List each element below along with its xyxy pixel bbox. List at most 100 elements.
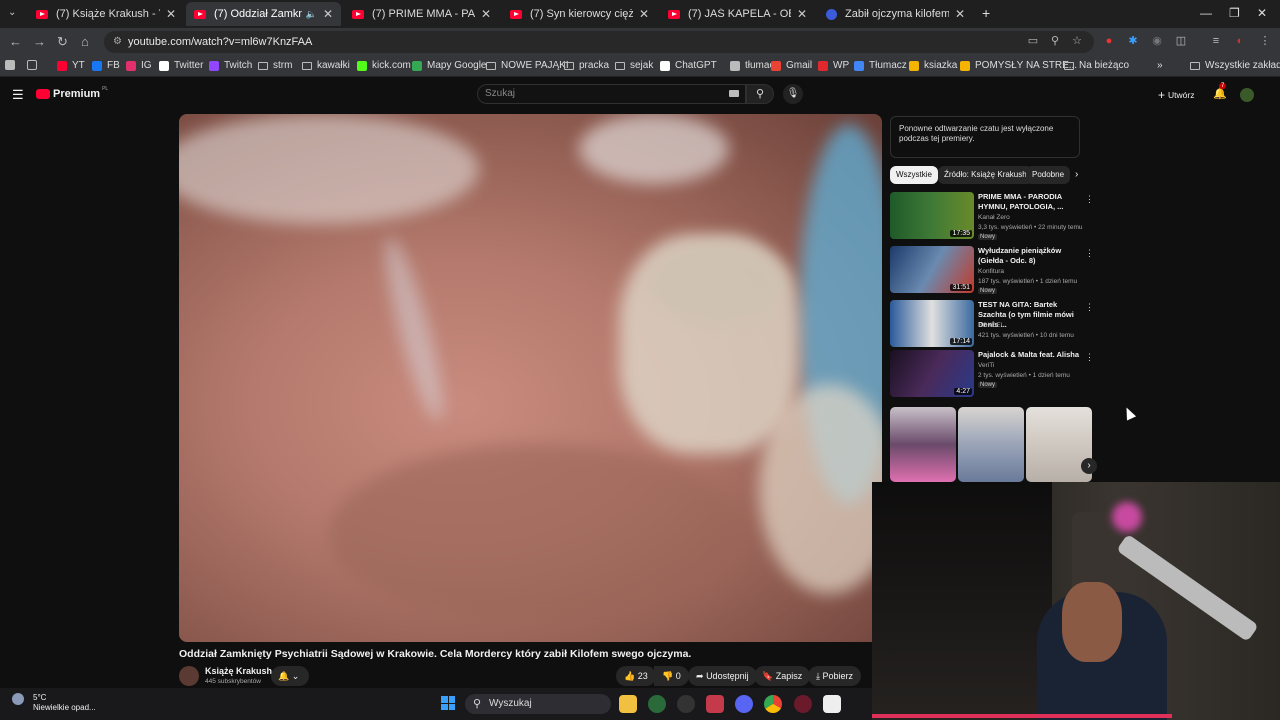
bookmark-item[interactable]: Tłumacz bbox=[854, 60, 907, 71]
recommendation-title[interactable]: Wyłudzanie pieniążków (Giełda - Odc. 8) bbox=[978, 246, 1083, 266]
chevron-right-icon[interactable]: › bbox=[1075, 169, 1078, 180]
recommendation-channel[interactable]: Konfitura bbox=[978, 268, 1004, 275]
recommendation-channel[interactable]: VeriTi bbox=[978, 362, 994, 369]
chrome-icon[interactable] bbox=[764, 695, 782, 713]
video-thumbnail[interactable]: 17:14 bbox=[890, 300, 974, 347]
keyboard-icon[interactable] bbox=[729, 90, 739, 97]
file-explorer-icon[interactable] bbox=[619, 695, 637, 713]
chip-all[interactable]: Wszystkie bbox=[890, 166, 938, 184]
recommendation-item[interactable]: 17:14 TEST NA GITA: Bartek Szachta (o ty… bbox=[890, 300, 1095, 350]
channel-name[interactable]: Książę Krakush bbox=[205, 666, 272, 676]
bookmark-item[interactable]: ksiazka bbox=[909, 60, 957, 71]
extensions-puzzle-icon[interactable]: ◫ bbox=[1175, 35, 1187, 47]
app-icon[interactable] bbox=[677, 695, 695, 713]
apps-grid-icon[interactable] bbox=[27, 60, 42, 70]
bookmark-item[interactable]: POMYSŁY NA STRE... bbox=[960, 60, 1077, 71]
close-icon[interactable]: ✕ bbox=[166, 7, 176, 21]
search-button[interactable]: ⚲ bbox=[746, 84, 774, 104]
more-actions-icon[interactable]: ⋮ bbox=[1085, 352, 1094, 363]
close-icon[interactable]: ✕ bbox=[955, 7, 965, 21]
weather-widget[interactable]: 5°C Niewielkie opad... bbox=[12, 693, 96, 713]
bookmark-item[interactable]: IG bbox=[126, 60, 152, 71]
bookmark-item[interactable]: Twitch bbox=[209, 60, 252, 71]
avatar[interactable] bbox=[1240, 88, 1254, 102]
extension-icon[interactable]: ✱ bbox=[1127, 35, 1139, 47]
recommendation-channel[interactable]: Kanał Zero bbox=[978, 214, 1010, 221]
recommendation-item[interactable]: 17:35 PRIME MMA - PARODIA HYMNU, PATOLOG… bbox=[890, 192, 1095, 242]
close-icon[interactable]: ✕ bbox=[639, 7, 649, 21]
new-tab-icon[interactable]: + bbox=[982, 5, 990, 21]
install-app-icon[interactable]: ▭ bbox=[1027, 35, 1039, 47]
bookmark-item[interactable]: kick.com bbox=[357, 60, 411, 71]
back-icon[interactable]: ← bbox=[9, 34, 22, 49]
bookmark-item[interactable]: Twitter bbox=[159, 60, 203, 71]
video-player[interactable] bbox=[179, 114, 882, 642]
app-icon[interactable] bbox=[706, 695, 724, 713]
recommendation-channel[interactable]: BOXDEL bbox=[978, 322, 1004, 329]
recommendation-title[interactable]: PRIME MMA - PARODIA HYMNU, PATOLOGIA, ..… bbox=[978, 192, 1083, 212]
youtube-premium-logo[interactable]: Premium PL bbox=[36, 86, 108, 100]
all-bookmarks[interactable]: Wszystkie zakładki bbox=[1190, 60, 1280, 71]
recommendation-item[interactable]: 31:51 Wyłudzanie pieniążków (Giełda - Od… bbox=[890, 246, 1095, 296]
extension-icon[interactable]: ◉ bbox=[1151, 35, 1163, 47]
tab-2-active[interactable]: (7) Oddział Zamknięty Psychiatrii 🔈 ✕ bbox=[186, 2, 341, 26]
close-icon[interactable]: ✕ bbox=[797, 7, 807, 21]
bookmark-item[interactable]: Na bieżąco bbox=[1064, 60, 1129, 71]
address-bar[interactable]: ⚙ youtube.com/watch?v=ml6w7KnzFAA bbox=[104, 31, 1094, 53]
like-button[interactable]: 👍 23 bbox=[616, 666, 656, 686]
home-icon[interactable]: ⌂ bbox=[81, 34, 89, 49]
bookmark-item[interactable]: strm bbox=[258, 60, 292, 71]
tab-6[interactable]: Zabił ojczyma kilofem | Gazeta ✕ bbox=[818, 2, 973, 26]
obs-icon[interactable] bbox=[794, 695, 812, 713]
bookmark-item[interactable]: WP bbox=[818, 60, 849, 71]
save-button[interactable]: 🔖 Zapisz bbox=[754, 666, 811, 686]
video-thumbnail[interactable]: 4:27 bbox=[890, 350, 974, 397]
tab-5[interactable]: (7) JAŚ KAPELA - OBELGI I BLUZGI ✕ bbox=[660, 2, 815, 26]
more-bookmarks-icon[interactable]: » bbox=[1157, 60, 1163, 71]
shorts-next-chevron-icon[interactable]: › bbox=[1081, 458, 1097, 474]
channel-avatar[interactable] bbox=[179, 666, 199, 686]
forward-icon[interactable]: → bbox=[33, 34, 46, 49]
tab-3[interactable]: (7) PRIME MMA - PARODIA HYMNU ✕ bbox=[344, 2, 499, 26]
record-extension-icon[interactable]: ● bbox=[1103, 35, 1115, 47]
minimize-icon[interactable]: — bbox=[1200, 6, 1212, 20]
menu-kebab-icon[interactable]: ⋮ bbox=[1259, 35, 1271, 47]
speaker-icon[interactable]: 🔈 bbox=[306, 9, 317, 20]
bookmark-item[interactable]: YT bbox=[57, 60, 85, 71]
bookmark-item[interactable]: NOWE PAJĄKI bbox=[486, 60, 569, 71]
recommendation-item[interactable]: 4:27 Pajalock & Malta feat. Alisha VeriT… bbox=[890, 350, 1095, 400]
bookmark-star-icon[interactable]: ☆ bbox=[1071, 35, 1083, 47]
video-thumbnail[interactable]: 17:35 bbox=[890, 192, 974, 239]
notifications-bell-icon[interactable]: 🔔 bbox=[1213, 87, 1227, 100]
bookmark-item[interactable]: kawałki bbox=[302, 60, 350, 71]
bookmark-item[interactable]: pracka bbox=[564, 60, 609, 71]
search-input[interactable]: Szukaj bbox=[477, 84, 746, 104]
taskbar-search[interactable]: ⚲ Wyszukaj bbox=[465, 694, 611, 714]
subscription-bell-button[interactable]: 🔔 ⌄ bbox=[271, 666, 309, 686]
chip-related[interactable]: Podobne bbox=[1026, 166, 1071, 184]
bookmark-item[interactable]: ChatGPT bbox=[660, 60, 717, 71]
chip-source[interactable]: Źródło: Książę Krakush bbox=[938, 166, 1033, 184]
download-button[interactable]: ⤓ Pobierz bbox=[808, 666, 862, 686]
dislike-button[interactable]: 👎 0 bbox=[654, 666, 689, 686]
maximize-icon[interactable]: ❐ bbox=[1229, 6, 1240, 20]
bookmark-item[interactable]: sejak bbox=[615, 60, 653, 71]
bookmark-item[interactable]: Gmail bbox=[771, 60, 812, 71]
bookmark-item[interactable]: FB bbox=[92, 60, 120, 71]
discord-icon[interactable] bbox=[735, 695, 753, 713]
tab-4[interactable]: (7) Syn kierowcy ciężarówki, który ✕ bbox=[502, 2, 657, 26]
media-controls-icon[interactable]: ≡ bbox=[1210, 35, 1222, 47]
shorts-thumbnail[interactable] bbox=[958, 407, 1024, 482]
bookmark-item[interactable]: Mapy Google bbox=[412, 60, 486, 71]
tab-groups-icon[interactable] bbox=[5, 60, 20, 70]
close-icon[interactable]: ✕ bbox=[323, 7, 333, 21]
app-icon[interactable] bbox=[823, 695, 841, 713]
video-thumbnail[interactable]: 31:51 bbox=[890, 246, 974, 293]
window-close-icon[interactable]: ✕ bbox=[1257, 6, 1267, 20]
more-actions-icon[interactable]: ⋮ bbox=[1085, 248, 1094, 259]
profile-avatar-icon[interactable]: ◐ bbox=[1234, 35, 1246, 47]
close-icon[interactable]: ✕ bbox=[481, 7, 491, 21]
more-actions-icon[interactable]: ⋮ bbox=[1085, 302, 1094, 313]
create-button[interactable]: + Utwórz bbox=[1158, 88, 1194, 102]
reload-icon[interactable]: ↻ bbox=[57, 34, 68, 50]
